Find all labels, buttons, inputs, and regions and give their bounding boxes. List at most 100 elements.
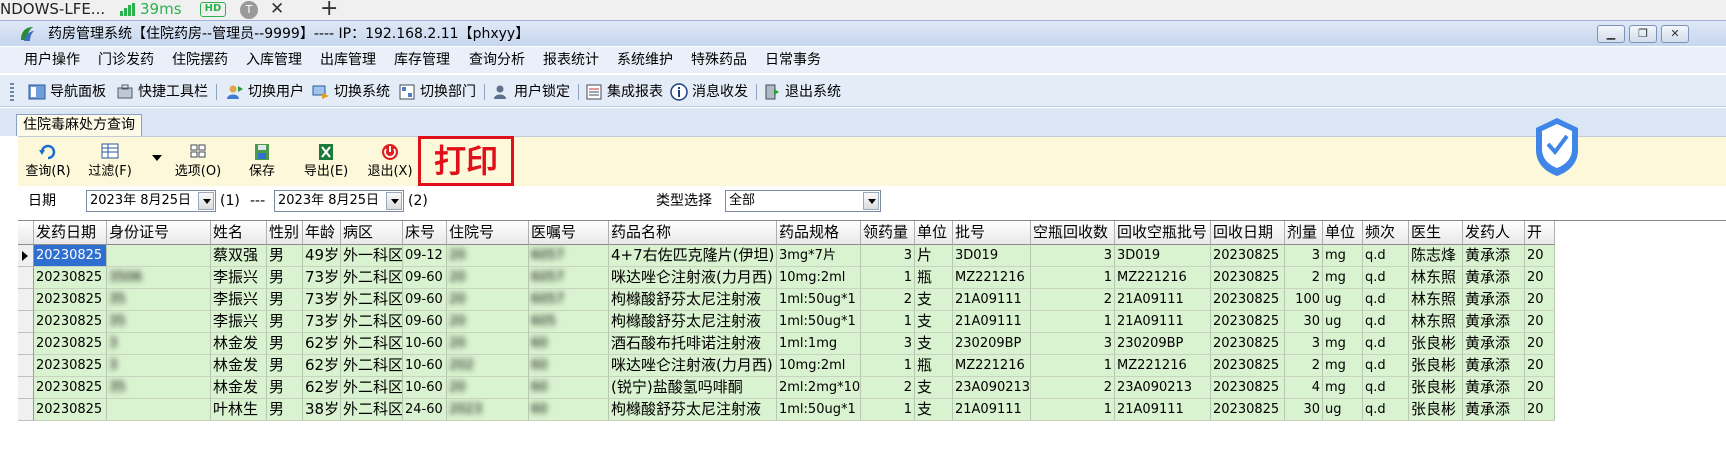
cell-order-no[interactable]: 605	[529, 311, 609, 333]
cell-batch-no[interactable]: MZ221216	[953, 355, 1031, 377]
cell-order-no[interactable]: 60	[529, 333, 609, 355]
row-header[interactable]	[18, 399, 34, 421]
row-header[interactable]	[18, 267, 34, 289]
cell-unit[interactable]: 支	[915, 311, 953, 333]
cell-unit[interactable]: 瓶	[915, 267, 953, 289]
cell-batch-no[interactable]: 230209BP	[953, 333, 1031, 355]
cell-unit[interactable]: 瓶	[915, 355, 953, 377]
menu-daily-affairs[interactable]: 日常事务	[765, 51, 821, 69]
cell-frequency[interactable]: q.d	[1363, 289, 1409, 311]
cell-order-no[interactable]: 60	[529, 355, 609, 377]
cell-extra[interactable]: 20	[1525, 267, 1555, 289]
cell-doctor[interactable]: 陈志烽	[1409, 245, 1463, 267]
cell-drug-spec[interactable]: 3mg*7片	[777, 245, 861, 267]
cell-ward[interactable]: 外二科区	[341, 333, 403, 355]
cell-bed-no[interactable]: 09-60	[403, 289, 447, 311]
cell-empty-bottle-count[interactable]: 2	[1031, 377, 1115, 399]
cell-frequency[interactable]: q.d	[1363, 399, 1409, 421]
cell-dosage[interactable]: 30	[1285, 399, 1323, 421]
cell-admission-no[interactable]: 20	[447, 267, 529, 289]
column-header-gender[interactable]: 性别	[267, 221, 303, 245]
cell-bed-no[interactable]: 09-60	[403, 311, 447, 333]
cell-age[interactable]: 62岁	[303, 377, 341, 399]
cell-extra[interactable]: 20	[1525, 289, 1555, 311]
cell-dispenser[interactable]: 黄承添	[1463, 267, 1525, 289]
cell-dose-unit[interactable]: ug	[1323, 399, 1363, 421]
start-date-dropdown-icon[interactable]	[198, 192, 214, 210]
row-header[interactable]	[18, 311, 34, 333]
column-header-id-number[interactable]: 身份证号	[107, 221, 211, 245]
cell-ward[interactable]: 外二科区	[341, 289, 403, 311]
cell-patient-name[interactable]: 林金发	[211, 333, 267, 355]
menu-stock-in[interactable]: 入库管理	[246, 51, 302, 69]
cell-dispensed-qty[interactable]: 3	[861, 245, 915, 267]
cell-patient-name[interactable]: 林金发	[211, 355, 267, 377]
cell-recovered-batch-no[interactable]: MZ221216	[1115, 267, 1211, 289]
cell-recovery-date[interactable]: 20230825	[1211, 311, 1285, 333]
cell-empty-bottle-count[interactable]: 1	[1031, 267, 1115, 289]
cell-batch-no[interactable]: 23A090213	[953, 377, 1031, 399]
menu-user-ops[interactable]: 用户操作	[24, 51, 80, 69]
cell-extra[interactable]: 20	[1525, 399, 1555, 421]
column-header-ward[interactable]: 病区	[341, 221, 403, 245]
cell-patient-name[interactable]: 李振兴	[211, 267, 267, 289]
cell-empty-bottle-count[interactable]: 1	[1031, 399, 1115, 421]
cell-id-number[interactable]	[107, 399, 211, 421]
cell-dispense-date[interactable]: 20230825	[34, 333, 107, 355]
cell-order-no[interactable]: 6057	[529, 289, 609, 311]
cell-id-number[interactable]	[107, 245, 211, 267]
cell-recovered-batch-no[interactable]: 21A09111	[1115, 289, 1211, 311]
cell-drug-spec[interactable]: 1ml:1mg	[777, 333, 861, 355]
cell-batch-no[interactable]: MZ221216	[953, 267, 1031, 289]
cell-drug-name[interactable]: 咪达唑仑注射液(力月西)	[609, 267, 777, 289]
cell-empty-bottle-count[interactable]: 3	[1031, 245, 1115, 267]
column-header-order-no[interactable]: 医嘱号	[529, 221, 609, 245]
row-header[interactable]	[18, 333, 34, 355]
cell-patient-name[interactable]: 蔡双强	[211, 245, 267, 267]
column-header-dispensed-qty[interactable]: 领药量	[861, 221, 915, 245]
cell-bed-no[interactable]: 10-60	[403, 377, 447, 399]
cell-patient-name[interactable]: 李振兴	[211, 289, 267, 311]
new-tab-icon[interactable]: +	[320, 0, 338, 20]
browser-tab-title[interactable]: NDOWS-LFE...	[0, 0, 105, 19]
cell-dispense-date[interactable]: 20230825	[34, 377, 107, 399]
table-row[interactable]: 20230825 3506 李振兴男 73岁 外二科区 09-60 20 6057 咪达唑仑注射…	[18, 267, 1726, 289]
cell-ward[interactable]: 外二科区	[341, 267, 403, 289]
menu-reports[interactable]: 报表统计	[543, 51, 599, 69]
cell-id-number[interactable]: 35	[107, 311, 211, 333]
cell-dispensed-qty[interactable]: 1	[861, 399, 915, 421]
cell-dosage[interactable]: 100	[1285, 289, 1323, 311]
row-header[interactable]	[18, 355, 34, 377]
cell-drug-name[interactable]: 酒石酸布托啡诺注射液	[609, 333, 777, 355]
cell-unit[interactable]: 支	[915, 289, 953, 311]
menu-stock-out[interactable]: 出库管理	[320, 51, 376, 69]
cell-recovery-date[interactable]: 20230825	[1211, 355, 1285, 377]
cell-patient-name[interactable]: 叶林生	[211, 399, 267, 421]
cell-empty-bottle-count[interactable]: 3	[1031, 333, 1115, 355]
cell-dispensed-qty[interactable]: 1	[861, 267, 915, 289]
menu-inpatient-dispense[interactable]: 住院摆药	[172, 51, 228, 69]
cell-dose-unit[interactable]: mg	[1323, 333, 1363, 355]
cell-unit[interactable]: 片	[915, 245, 953, 267]
close-tab-icon[interactable]: ✕	[270, 0, 284, 19]
cell-frequency[interactable]: q.d	[1363, 377, 1409, 399]
cell-patient-name[interactable]: 林金发	[211, 377, 267, 399]
cell-bed-no[interactable]: 24-60	[403, 399, 447, 421]
type-select[interactable]: 全部	[725, 190, 881, 212]
cell-id-number[interactable]: 35	[107, 289, 211, 311]
menu-query-analysis[interactable]: 查询分析	[469, 51, 525, 69]
cell-dispense-date[interactable]: 20230825	[34, 355, 107, 377]
cell-gender[interactable]: 男	[267, 399, 303, 421]
table-row[interactable]: 20230825 蔡双强男 49岁 外一科区 09-12 20 6057 4+7右佐匹克隆片(…	[18, 245, 1726, 267]
cell-ward[interactable]: 外二科区	[341, 377, 403, 399]
cell-dispensed-qty[interactable]: 1	[861, 355, 915, 377]
cell-dose-unit[interactable]: ug	[1323, 289, 1363, 311]
cell-doctor[interactable]: 张良彬	[1409, 377, 1463, 399]
cell-gender[interactable]: 男	[267, 267, 303, 289]
cell-ward[interactable]: 外二科区	[341, 355, 403, 377]
cell-gender[interactable]: 男	[267, 355, 303, 377]
cell-dose-unit[interactable]: ug	[1323, 311, 1363, 333]
row-header[interactable]	[18, 377, 34, 399]
cell-dose-unit[interactable]: mg	[1323, 377, 1363, 399]
filter-button[interactable]: 过滤(F)	[80, 143, 140, 185]
